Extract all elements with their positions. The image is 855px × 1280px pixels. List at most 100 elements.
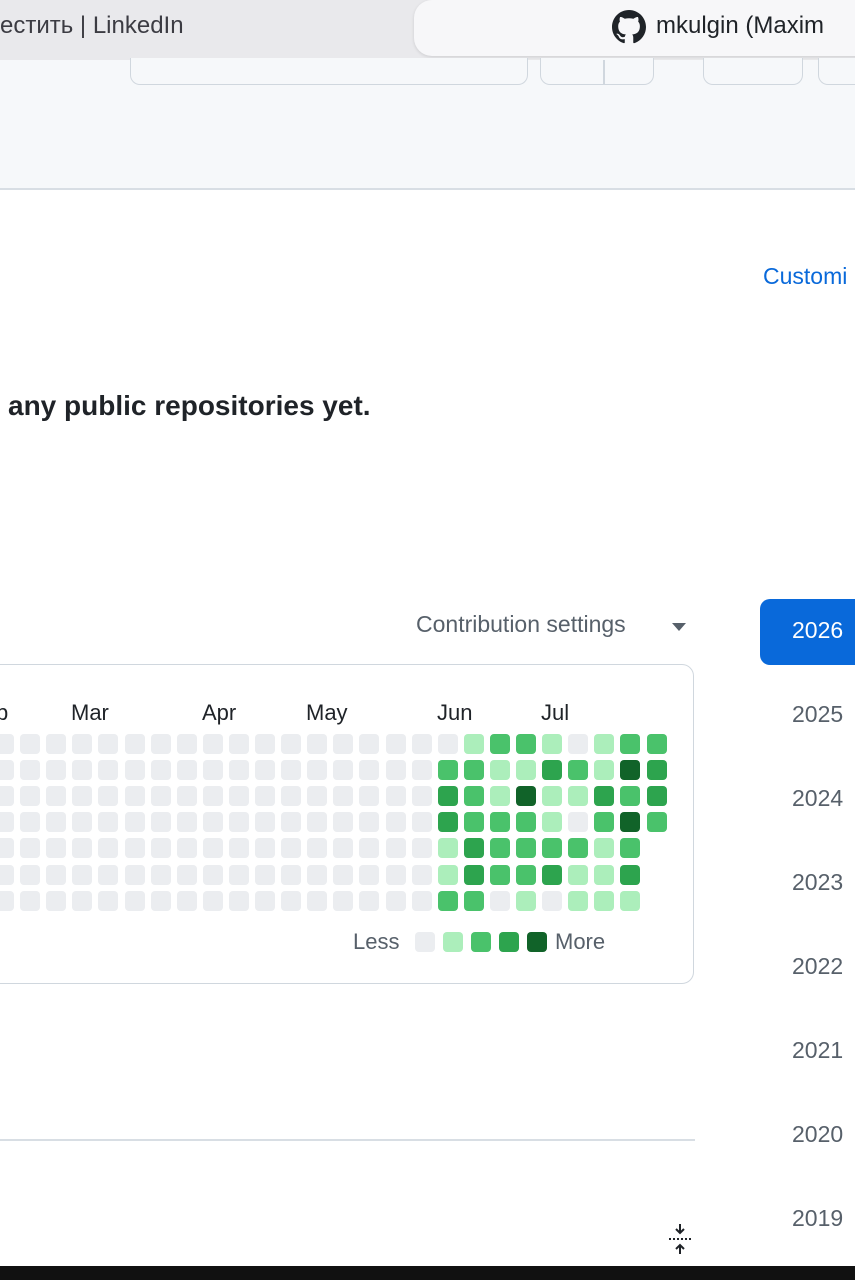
contribution-cell[interactable] [46,838,67,859]
contribution-cell[interactable] [176,864,197,885]
contribution-cell[interactable] [594,786,615,807]
contribution-cell[interactable] [463,838,484,859]
contribution-cell[interactable] [437,838,458,859]
contribution-cell[interactable] [594,760,615,781]
contribution-cell[interactable] [594,890,615,911]
contribution-cell[interactable] [385,890,406,911]
contribution-cell[interactable] [20,786,41,807]
contribution-cell[interactable] [437,786,458,807]
contribution-cell[interactable] [124,864,145,885]
contribution-cell[interactable] [98,890,119,911]
contribution-cell[interactable] [0,890,14,911]
caret-down-icon[interactable] [672,623,686,631]
contribution-cell[interactable] [202,812,223,833]
contribution-cell[interactable] [0,786,14,807]
contribution-cell[interactable] [620,812,641,833]
contribution-cell[interactable] [333,786,354,807]
contribution-cell[interactable] [255,864,275,885]
contribution-cell[interactable] [385,864,406,885]
contribution-cell[interactable] [46,890,67,911]
contribution-cell[interactable] [202,760,223,781]
contribution-cell[interactable] [124,890,145,911]
contribution-cell[interactable] [72,786,93,807]
contribution-cell[interactable] [489,864,510,885]
contribution-cell[interactable] [150,760,171,781]
contribution-cell[interactable] [333,812,354,833]
contribution-cell[interactable] [228,734,249,754]
contribution-cell[interactable] [307,890,328,911]
year-button-2026[interactable]: 2026 [760,599,855,665]
contribution-cell[interactable] [228,890,249,911]
contribution-cell[interactable] [359,786,380,807]
contribution-cell[interactable] [516,838,536,859]
contribution-cell[interactable] [281,786,302,807]
contribution-cell[interactable] [46,760,67,781]
contribution-cell[interactable] [489,760,510,781]
header-action-button[interactable] [703,58,803,85]
contribution-cell[interactable] [46,812,67,833]
contribution-cell[interactable] [307,838,328,859]
contribution-settings-button[interactable]: Contribution settings [416,611,626,638]
contribution-cell[interactable] [646,760,667,781]
contribution-cell[interactable] [176,760,197,781]
contribution-cell[interactable] [489,890,510,911]
contribution-cell[interactable] [0,838,14,859]
year-button-2021[interactable]: 2021 [760,1019,855,1085]
contribution-cell[interactable] [411,760,432,781]
contribution-cell[interactable] [98,760,119,781]
contribution-cell[interactable] [150,734,171,754]
contribution-cell[interactable] [228,864,249,885]
contribution-cell[interactable] [594,734,615,754]
contribution-cell[interactable] [620,864,641,885]
contribution-cell[interactable] [202,734,223,754]
contribution-cell[interactable] [281,890,302,911]
contribution-cell[interactable] [72,838,93,859]
contribution-cell[interactable] [463,864,484,885]
contribution-cell[interactable] [411,864,432,885]
contribution-cell[interactable] [594,838,615,859]
contribution-cell[interactable] [176,812,197,833]
contribution-cell[interactable] [20,890,41,911]
contribution-cell[interactable] [594,864,615,885]
contribution-cell[interactable] [255,734,275,754]
contribution-cell[interactable] [620,890,641,911]
contribution-cell[interactable] [411,786,432,807]
contribution-cell[interactable] [333,864,354,885]
contribution-cell[interactable] [0,864,14,885]
contribution-cell[interactable] [20,864,41,885]
contribution-cell[interactable] [542,838,563,859]
contribution-cell[interactable] [202,864,223,885]
contribution-cell[interactable] [359,864,380,885]
contribution-cell[interactable] [437,734,458,754]
contribution-cell[interactable] [228,760,249,781]
contribution-cell[interactable] [411,812,432,833]
header-action-group[interactable] [540,58,654,85]
contribution-cell[interactable] [255,760,275,781]
contribution-cell[interactable] [437,812,458,833]
contribution-cell[interactable] [228,838,249,859]
contribution-cell[interactable] [594,812,615,833]
contribution-cell[interactable] [411,838,432,859]
tab-linkedin[interactable]: естить | LinkedIn [0,12,184,40]
year-button-2022[interactable]: 2022 [760,935,855,1001]
search-input[interactable] [130,58,528,85]
contribution-cell[interactable] [516,760,536,781]
contribution-cell[interactable] [46,734,67,754]
contribution-cell[interactable] [281,734,302,754]
contribution-cell[interactable] [255,890,275,911]
contribution-cell[interactable] [542,734,563,754]
year-button-2019[interactable]: 2019 [760,1187,855,1253]
contribution-cell[interactable] [176,786,197,807]
contribution-cell[interactable] [72,734,93,754]
contribution-cell[interactable] [202,786,223,807]
contribution-cell[interactable] [620,786,641,807]
contribution-cell[interactable] [620,838,641,859]
contribution-cell[interactable] [542,760,563,781]
customize-pins-link[interactable]: Customi [763,263,847,290]
contribution-cell[interactable] [385,838,406,859]
contribution-cell[interactable] [72,760,93,781]
contribution-cell[interactable] [124,734,145,754]
contribution-cell[interactable] [489,734,510,754]
contribution-cell[interactable] [489,812,510,833]
resize-handle-icon[interactable] [666,1222,694,1256]
